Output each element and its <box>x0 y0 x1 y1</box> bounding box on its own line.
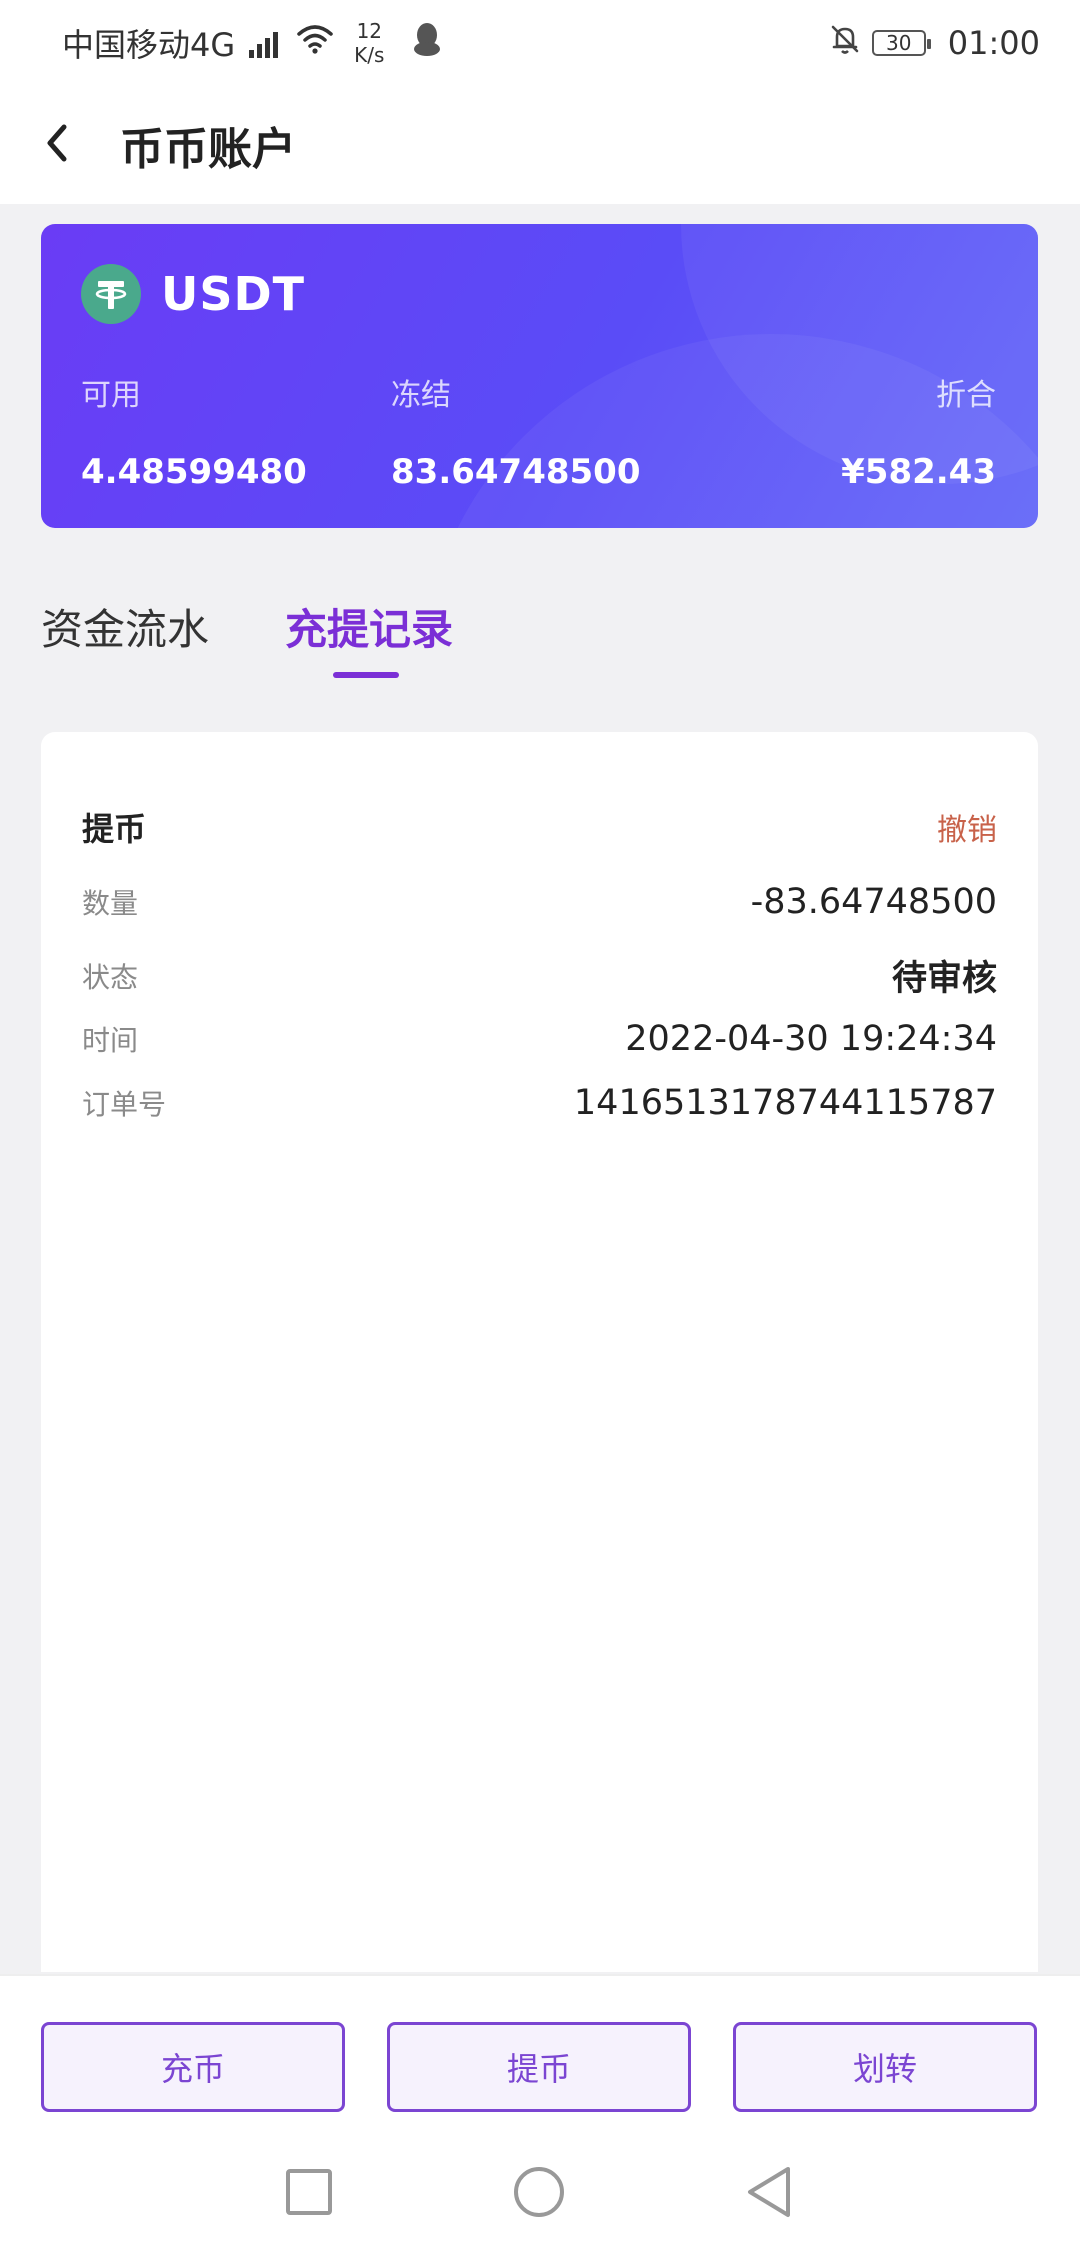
status-label: 状态 <box>82 960 139 994</box>
bottom-action-bar: 充币 提币 划转 <box>0 1974 1080 2244</box>
battery-level: 30 <box>886 31 912 55</box>
home-button[interactable] <box>497 2152 581 2236</box>
network-speed-value: 12 <box>356 19 383 43</box>
record-panel: 提币 撤销 数量 -83.64748500 状态 待审核 时间 2022-04-… <box>41 732 1038 1972</box>
page-title: 币币账户 <box>120 124 296 175</box>
record-header: 提币 撤销 <box>82 804 997 850</box>
system-back-button[interactable] <box>727 2152 811 2236</box>
record-tabs: 资金流水 充提记录 <box>0 596 1080 686</box>
triangle-back-nav-icon <box>744 2165 794 2223</box>
circle-nav-icon <box>512 2165 566 2223</box>
available-value: 4.48599480 <box>81 452 307 492</box>
equivalent-value: ¥582.43 <box>841 452 996 492</box>
recent-apps-button[interactable] <box>267 2152 351 2236</box>
available-label: 可用 <box>81 378 141 413</box>
back-arrow-icon <box>42 121 72 169</box>
status-bar-left: 中国移动4G 12 K/s <box>62 19 442 67</box>
usdt-logo-icon <box>81 264 141 324</box>
system-navigation-bar <box>0 2152 1080 2236</box>
deposit-button[interactable]: 充币 <box>41 2022 345 2112</box>
record-type: 提币 <box>82 810 147 848</box>
status-value: 待审核 <box>891 959 997 999</box>
asset-card: USDT 可用 4.48599480 冻结 83.64748500 折合 ¥58… <box>41 224 1038 528</box>
wifi-icon <box>296 24 334 62</box>
record-row-time: 时间 2022-04-30 19:24:34 <box>82 1019 997 1059</box>
time-label: 时间 <box>82 1024 139 1057</box>
frozen-value: 83.64748500 <box>391 452 641 492</box>
battery-icon: 30 <box>871 30 931 56</box>
amount-value: -83.64748500 <box>750 882 997 922</box>
cancel-button[interactable]: 撤销 <box>937 805 997 849</box>
network-speed: 12 K/s <box>354 19 384 67</box>
carrier-label: 中国移动4G <box>62 26 236 64</box>
cell-signal-icon <box>249 28 279 58</box>
back-button[interactable] <box>2 86 112 204</box>
frozen-balance: 冻结 83.64748500 <box>391 370 641 492</box>
nav-bar: 币币账户 <box>0 86 1080 204</box>
transfer-button[interactable]: 划转 <box>733 2022 1037 2112</box>
record-row-status: 状态 待审核 <box>82 950 997 1001</box>
tab-fund-flow[interactable]: 资金流水 <box>41 596 209 657</box>
coin-name: USDT <box>161 267 306 321</box>
record-row-amount: 数量 -83.64748500 <box>82 882 997 922</box>
active-tab-indicator <box>333 672 399 678</box>
bell-off-icon <box>828 22 862 64</box>
coin-header: USDT <box>81 264 305 324</box>
qq-icon <box>412 21 442 65</box>
equivalent-balance: 折合 ¥582.43 <box>841 370 996 492</box>
time-value: 2022-04-30 19:24:34 <box>625 1019 997 1059</box>
clock: 01:00 <box>947 24 1040 62</box>
record-row-order: 订单号 1416513178744115787 <box>82 1083 997 1123</box>
tab-deposit-withdraw-records[interactable]: 充提记录 <box>285 596 453 657</box>
network-speed-unit: K/s <box>354 43 385 67</box>
status-bar: 中国移动4G 12 K/s 30 01:00 <box>0 0 1080 86</box>
status-bar-right: 30 01:00 <box>828 22 1040 64</box>
order-label: 订单号 <box>82 1088 167 1121</box>
frozen-label: 冻结 <box>391 378 451 413</box>
withdraw-button[interactable]: 提币 <box>387 2022 691 2112</box>
amount-label: 数量 <box>82 887 139 920</box>
equivalent-label: 折合 <box>936 378 996 413</box>
available-balance: 可用 4.48599480 <box>81 370 307 492</box>
square-nav-icon <box>284 2167 334 2221</box>
order-value: 1416513178744115787 <box>573 1083 997 1123</box>
